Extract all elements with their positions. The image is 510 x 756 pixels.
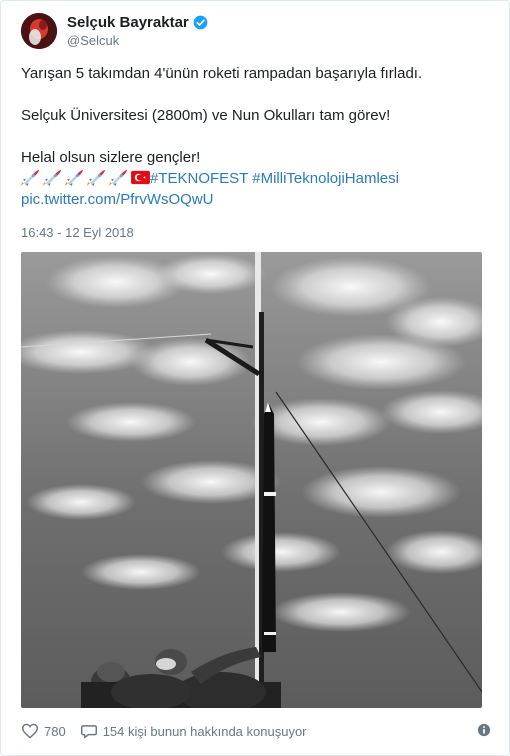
turkey-flag-emoji-icon <box>131 170 150 185</box>
reply-action[interactable]: 154 kişi bunun hakkında konuşuyor <box>80 723 307 739</box>
hashtag-teknofest-link[interactable]: #TEKNOFEST <box>150 170 248 187</box>
tweet-line-1: Yarışan 5 takımdan 4'ünün roketi rampada… <box>21 65 423 82</box>
verified-badge-icon <box>193 15 208 30</box>
hashtag-millitechnolojihamlesi-link[interactable]: #MilliTeknolojiHamlesi <box>252 170 399 187</box>
tweet-header: Selçuk Bayraktar @Selcuk <box>21 11 208 51</box>
rocket-launch-photo <box>21 252 482 708</box>
rocket-emoji-icon <box>43 169 61 186</box>
tweet-timestamp[interactable]: 16:43 - 12 Eyl 2018 <box>21 225 134 240</box>
tweet-line-2: Selçuk Üniversitesi (2800m) ve Nun Okull… <box>21 107 391 124</box>
tweet-text: Yarışan 5 takımdan 4'ünün roketi rampada… <box>21 63 491 210</box>
display-name[interactable]: Selçuk Bayraktar <box>67 13 189 32</box>
tweet-photo[interactable] <box>21 252 482 708</box>
avatar-photo-icon <box>21 13 57 49</box>
pic-link[interactable]: pic.twitter.com/PfrvWsOQwU <box>21 191 214 208</box>
tweet-line-3: Helal olsun sizlere gençler! <box>21 149 201 166</box>
rocket-emoji-icon <box>65 169 83 186</box>
tweet-actions: 780 154 kişi bunun hakkında konuşuyor <box>21 719 491 743</box>
emoji-row <box>21 169 150 186</box>
like-count: 780 <box>44 723 66 739</box>
tweet-card: Selçuk Bayraktar @Selcuk Yarışan 5 takım… <box>0 0 510 756</box>
rocket-emoji-icon <box>109 169 127 186</box>
rocket-emoji-icon <box>87 169 105 186</box>
comment-bubble-icon <box>80 725 97 739</box>
tweet-line-4: #TEKNOFEST #MilliTeknolojiHamlesi <box>21 168 491 189</box>
name-row: Selçuk Bayraktar <box>67 13 208 32</box>
reply-text: 154 kişi bunun hakkında konuşuyor <box>102 723 307 739</box>
avatar[interactable] <box>21 13 57 49</box>
info-icon[interactable] <box>477 723 491 737</box>
heart-icon <box>21 723 39 739</box>
rocket-emoji-icon <box>21 169 39 186</box>
user-handle[interactable]: @Selcuk <box>67 32 208 49</box>
user-names: Selçuk Bayraktar @Selcuk <box>67 13 208 49</box>
like-action[interactable]: 780 <box>21 723 66 739</box>
